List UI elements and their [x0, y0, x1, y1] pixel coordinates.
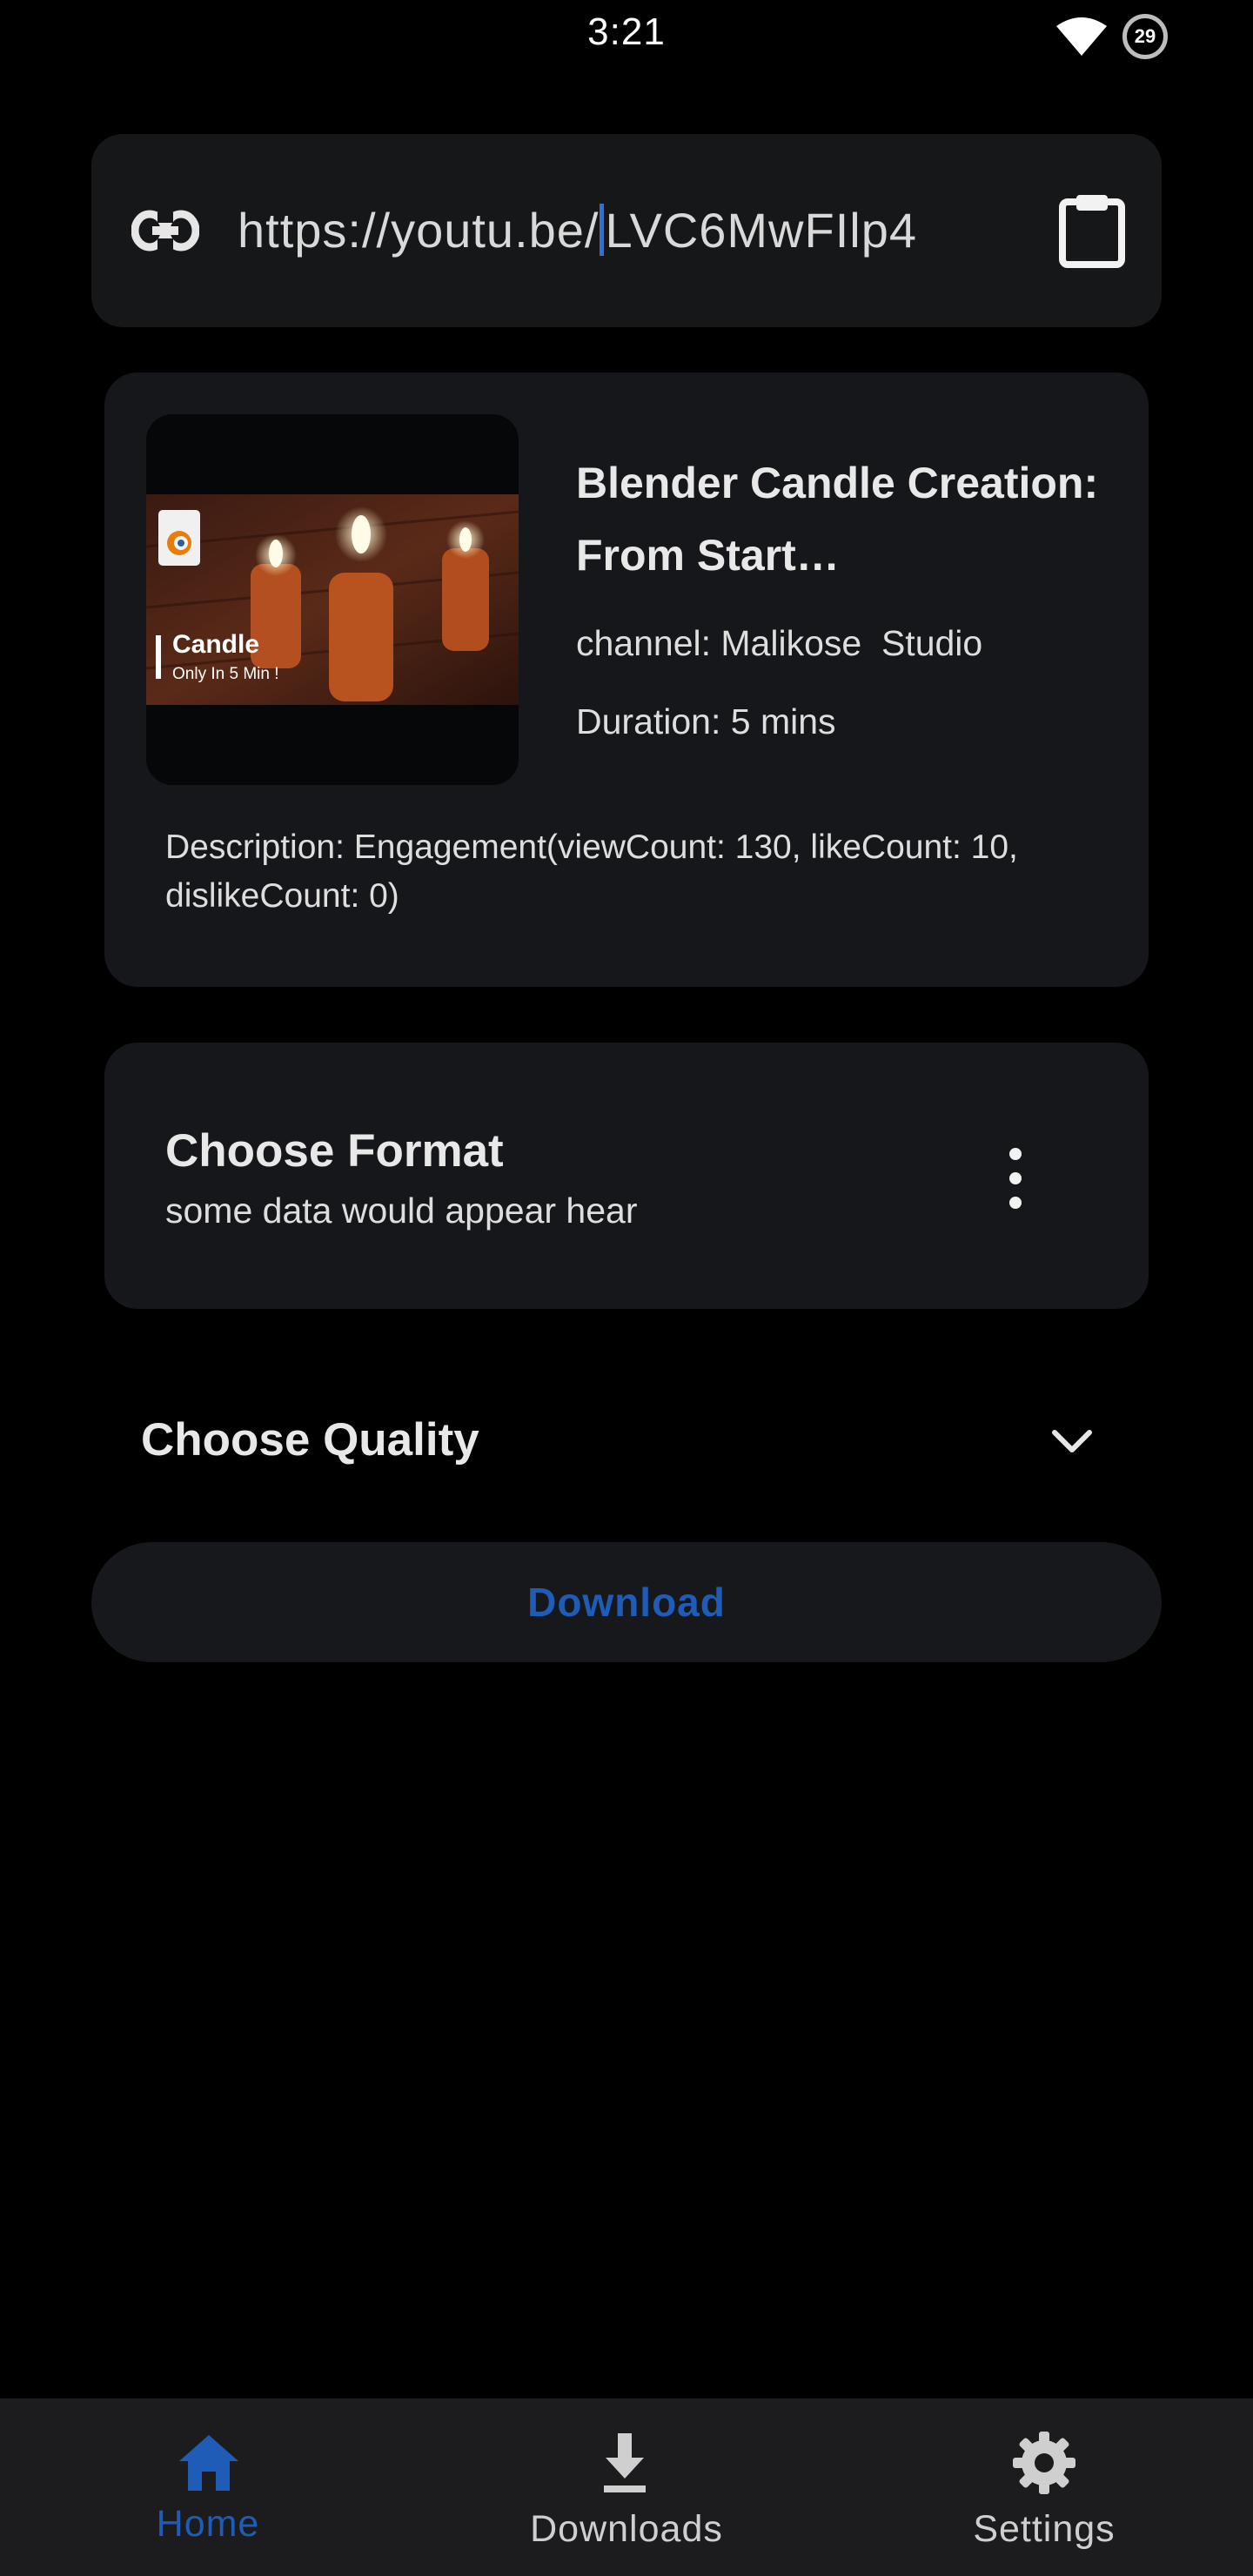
- url-bar: https://youtu.be/LVC6MwFIlp4: [91, 134, 1162, 327]
- video-title: Blender Candle Creation: From Start…: [576, 459, 1099, 580]
- status-bar: 3:21 29: [0, 0, 1253, 73]
- thumbnail-caption-title: Candle: [172, 630, 260, 659]
- clipboard-icon[interactable]: [1055, 193, 1129, 268]
- link-icon: [131, 210, 199, 252]
- text-caret: [600, 204, 605, 256]
- nav-item-settings[interactable]: Settings: [835, 2398, 1253, 2576]
- wifi-icon: [1056, 17, 1107, 56]
- video-info-card: Candle Only In 5 Min ! Blender Candle Cr…: [104, 372, 1149, 987]
- quality-label: Choose Quality: [141, 1414, 479, 1466]
- video-description: Description: Engagement(viewCount: 130, …: [165, 828, 1018, 915]
- format-title: Choose Format: [165, 1125, 504, 1177]
- battery-icon: 29: [1122, 14, 1168, 59]
- battery-level: 29: [1134, 25, 1156, 47]
- download-icon: [604, 2433, 646, 2492]
- more-vert-icon[interactable]: [992, 1144, 1039, 1213]
- download-button[interactable]: Download: [91, 1542, 1162, 1662]
- blender-logo-icon: [167, 531, 191, 555]
- gear-icon: [1013, 2432, 1075, 2494]
- nav-label-home: Home: [156, 2503, 260, 2545]
- video-duration: Duration: 5 mins: [576, 701, 836, 741]
- video-thumbnail: Candle Only In 5 Min !: [146, 414, 519, 785]
- nav-item-home[interactable]: Home: [0, 2398, 418, 2576]
- format-card[interactable]: Choose Format some data would appear hea…: [104, 1043, 1149, 1309]
- quality-dropdown[interactable]: Choose Quality: [104, 1392, 1149, 1488]
- nav-item-downloads[interactable]: Downloads: [418, 2398, 835, 2576]
- video-channel: channel: Malikose Studio: [576, 623, 983, 663]
- format-subtitle: some data would appear hear: [165, 1191, 638, 1231]
- nav-label-downloads: Downloads: [530, 2508, 723, 2550]
- url-text-prefix: https://youtu.be/: [238, 203, 600, 258]
- home-icon: [179, 2435, 238, 2491]
- download-button-label: Download: [527, 1580, 726, 1625]
- url-input[interactable]: https://youtu.be/LVC6MwFIlp4: [238, 202, 1003, 259]
- nav-label-settings: Settings: [973, 2508, 1116, 2550]
- bottom-navigation: Home Downloads Settings: [0, 2398, 1253, 2576]
- caption-accent-bar: [156, 635, 161, 679]
- blender-logo: [158, 510, 200, 566]
- thumbnail-caption-subtitle: Only In 5 Min !: [172, 665, 279, 683]
- chevron-down-icon: [1052, 1430, 1092, 1452]
- url-text-suffix: LVC6MwFIlp4: [605, 203, 917, 258]
